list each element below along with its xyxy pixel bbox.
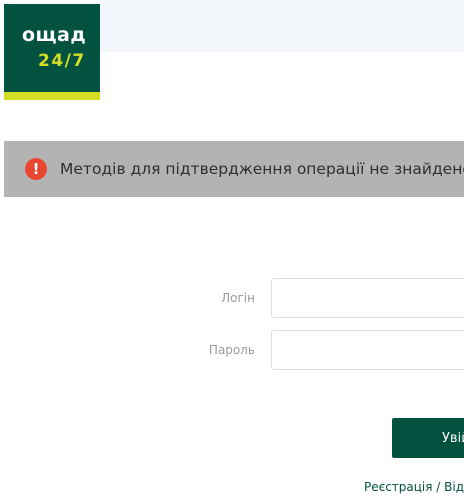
alert-message: Методів для підтвердження операції не зн… — [60, 160, 464, 178]
logo-name: ощад — [22, 24, 87, 46]
restore-link[interactable]: Відновлення — [444, 480, 464, 494]
error-alert: ! Методів для підтвердження операції не … — [4, 141, 464, 197]
oschad-logo[interactable]: ощад 24/7 — [4, 4, 100, 100]
login-button[interactable]: Увійти — [392, 418, 464, 458]
password-input[interactable] — [271, 330, 464, 370]
exclamation-icon: ! — [25, 158, 47, 180]
login-input[interactable] — [271, 278, 464, 318]
password-label: Пароль — [208, 343, 255, 357]
login-page: ощад 24/7 ! Методів для підтвердження оп… — [0, 0, 464, 498]
header-bar — [100, 0, 464, 52]
logo-accent-bar — [4, 92, 100, 100]
auth-links: Реєстрація / Відновлення — [364, 480, 464, 494]
links-separator: / — [432, 480, 445, 494]
register-link[interactable]: Реєстрація — [364, 480, 432, 494]
logo-sub: 24/7 — [38, 51, 86, 71]
login-label: Логін — [221, 291, 255, 305]
